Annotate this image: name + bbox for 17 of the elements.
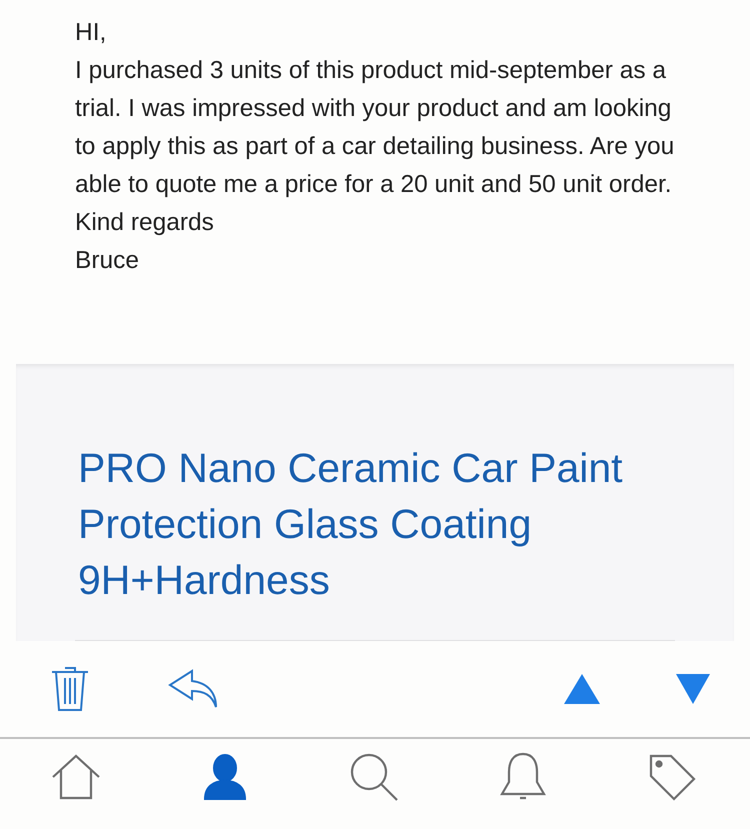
down-triangle-icon: [676, 674, 710, 704]
message-text: Bruce: [75, 246, 140, 276]
tag-icon: [647, 752, 697, 802]
person-icon: [204, 754, 246, 800]
trash-icon: [50, 664, 90, 714]
search-icon: [349, 752, 399, 802]
message-text: I purchased 3 units of this product mid-september as a trial. I was impressed with your product and am looking to apply this as part of a car detailing business. Are you able to quote me a price for a 20 unit and 50 unit order.: [75, 56, 676, 200]
delete-button[interactable]: [50, 664, 90, 714]
up-triangle-icon: [564, 674, 600, 704]
next-button[interactable]: [676, 674, 710, 704]
tab-bar-item[interactable]: [348, 751, 400, 803]
previous-button[interactable]: [564, 674, 600, 704]
bell-icon: [500, 752, 546, 802]
message-text: Kind regards: [75, 208, 215, 238]
message-text: HI,: [75, 18, 108, 48]
home-icon: [51, 754, 101, 800]
item-title[interactable]: PRO Nano Ceramic Car Paint Protection Glass Coating 9H+Hardness: [78, 440, 638, 608]
